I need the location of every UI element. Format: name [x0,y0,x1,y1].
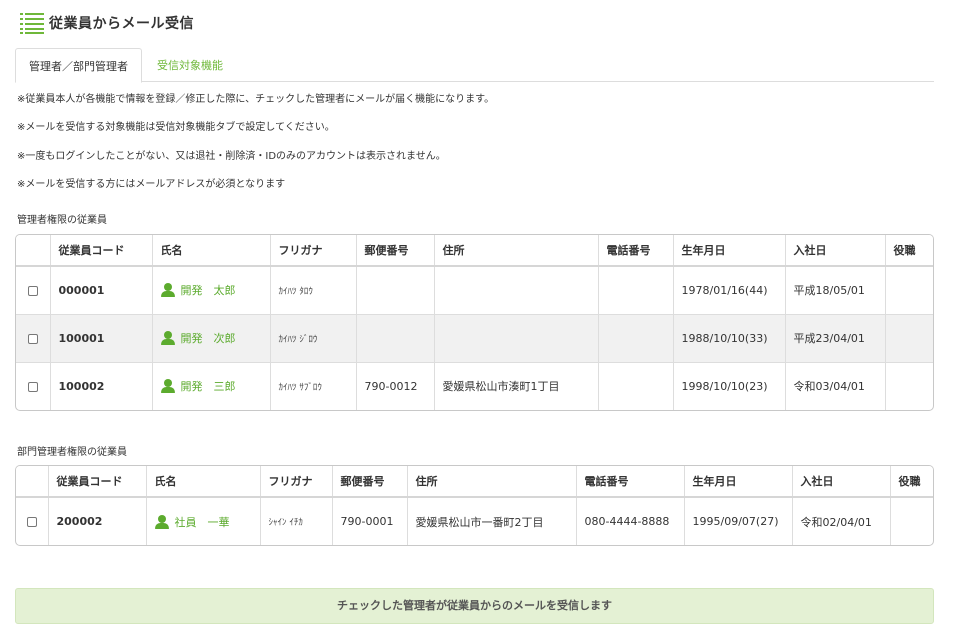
person-icon [154,514,169,529]
page-header: 従業員からメール受信 [20,10,194,36]
col-joined: 入社日 [785,235,886,267]
list-icon [20,12,44,34]
note-2: ※メールを受信する対象機能は受信対象機能タブで設定してください。 [17,122,335,133]
submit-button[interactable]: チェックした管理者が従業員からのメールを受信します [15,588,934,624]
table-row: 000001 開発 太郎 ｶｲﾊﾂ ﾀﾛｳ 1978/01/16(44) 平成1… [16,266,933,315]
cell-joined: 令和02/04/01 [792,497,891,545]
cell-phone [598,362,674,410]
note-4: ※メールを受信する方にはメールアドレスが必須となります [17,179,286,190]
table-header-row: 従業員コード 氏名 フリガナ 郵便番号 住所 電話番号 生年月日 入社日 役職 [16,466,933,498]
cell-code: 100002 [50,362,153,410]
cell-code: 000001 [50,266,153,315]
cell-birth: 1995/09/07(27) [684,497,793,545]
cell-name: 開発 次郎 [152,314,271,363]
col-address: 住所 [407,466,577,498]
cell-zip: 790-0012 [356,362,435,410]
cell-address [434,266,599,315]
cell-address [434,314,599,363]
admins-table: 従業員コード 氏名 フリガナ 郵便番号 住所 電話番号 生年月日 入社日 役職 … [15,234,934,411]
row-checkbox[interactable] [26,517,37,527]
tab-admins[interactable]: 管理者／部門管理者 [15,48,142,83]
row-checkbox-cell[interactable] [16,266,51,315]
cell-phone [598,266,674,315]
person-icon [160,283,175,298]
cell-phone [598,314,674,363]
tab-target-functions[interactable]: 受信対象機能 [142,48,238,82]
col-phone: 電話番号 [598,235,674,267]
cell-name: 開発 太郎 [152,266,271,315]
employee-name-link[interactable]: 開発 太郎 [181,282,236,298]
cell-address: 愛媛県松山市一番町2丁目 [407,497,577,545]
cell-kana: ｶｲﾊﾂ ｼﾞﾛｳ [270,314,357,363]
row-checkbox-cell[interactable] [16,362,51,410]
col-checkbox [16,235,51,267]
tab-bar: 管理者／部門管理者 受信対象機能 [15,48,934,83]
person-icon [160,379,175,394]
row-checkbox-cell[interactable] [16,314,51,363]
cell-phone: 080-4444-8888 [576,497,685,545]
row-checkbox[interactable] [27,285,38,296]
submit-button-label: チェックした管理者が従業員からのメールを受信します [337,599,612,612]
cell-zip [356,266,435,315]
col-kana: フリガナ [260,466,333,498]
col-position: 役職 [890,466,933,498]
cell-joined: 平成23/04/01 [785,314,886,363]
col-position: 役職 [885,235,933,267]
col-checkbox [16,466,49,498]
col-zip: 郵便番号 [332,466,408,498]
table-row: 200002 社員 一華 ｼｬｲﾝ ｲﾁｶ 790-0001 愛媛県松山市一番町… [16,497,933,545]
table-row: 100002 開発 三郎 ｶｲﾊﾂ ｻﾌﾞﾛｳ 790-0012 愛媛県松山市湊… [16,362,933,410]
col-joined: 入社日 [792,466,891,498]
dept-admins-table: 従業員コード 氏名 フリガナ 郵便番号 住所 電話番号 生年月日 入社日 役職 … [15,465,934,546]
col-code: 従業員コード [48,466,147,498]
dept-admins-section-label: 部門管理者権限の従業員 [17,447,127,458]
col-birth: 生年月日 [673,235,786,267]
cell-position [885,362,933,410]
cell-birth: 1978/01/16(44) [673,266,786,315]
cell-code: 100001 [50,314,153,363]
cell-position [885,266,933,315]
col-kana: フリガナ [270,235,357,267]
employee-name-link[interactable]: 開発 三郎 [181,378,236,394]
row-checkbox-cell[interactable] [16,497,49,545]
note-1: ※従業員本人が各機能で情報を登録／修正した際に、チェックした管理者にメールが届く… [17,94,495,105]
col-zip: 郵便番号 [356,235,435,267]
cell-birth: 1998/10/10(23) [673,362,786,410]
cell-name: 開発 三郎 [152,362,271,410]
cell-position [885,314,933,363]
cell-kana: ｶｲﾊﾂ ｻﾌﾞﾛｳ [270,362,357,410]
row-checkbox[interactable] [27,333,38,344]
person-icon [160,331,175,345]
page-title: 従業員からメール受信 [49,16,194,32]
cell-joined: 令和03/04/01 [785,362,886,410]
employee-name-link[interactable]: 社員 一華 [175,514,230,530]
cell-zip [356,314,435,363]
col-name: 氏名 [146,466,261,498]
row-checkbox[interactable] [27,381,38,392]
col-phone: 電話番号 [576,466,685,498]
cell-kana: ｶｲﾊﾂ ﾀﾛｳ [270,266,357,315]
cell-joined: 平成18/05/01 [785,266,886,315]
col-address: 住所 [434,235,599,267]
col-birth: 生年月日 [684,466,793,498]
cell-zip: 790-0001 [332,497,408,545]
table-row: 100001 開発 次郎 ｶｲﾊﾂ ｼﾞﾛｳ 1988/10/10(33) 平成… [16,314,933,363]
employee-name-link[interactable]: 開発 次郎 [181,330,236,346]
cell-kana: ｼｬｲﾝ ｲﾁｶ [260,497,333,545]
cell-position [890,497,933,545]
cell-name: 社員 一華 [146,497,261,545]
table-header-row: 従業員コード 氏名 フリガナ 郵便番号 住所 電話番号 生年月日 入社日 役職 [16,235,933,267]
cell-code: 200002 [48,497,147,545]
cell-birth: 1988/10/10(33) [673,314,786,363]
admins-section-label: 管理者権限の従業員 [17,215,107,226]
note-3: ※一度もログインしたことがない、又は退社・削除済・IDのみのアカウントは表示され… [17,151,446,162]
col-name: 氏名 [152,235,271,267]
col-code: 従業員コード [50,235,153,267]
cell-address: 愛媛県松山市湊町1丁目 [434,362,599,410]
